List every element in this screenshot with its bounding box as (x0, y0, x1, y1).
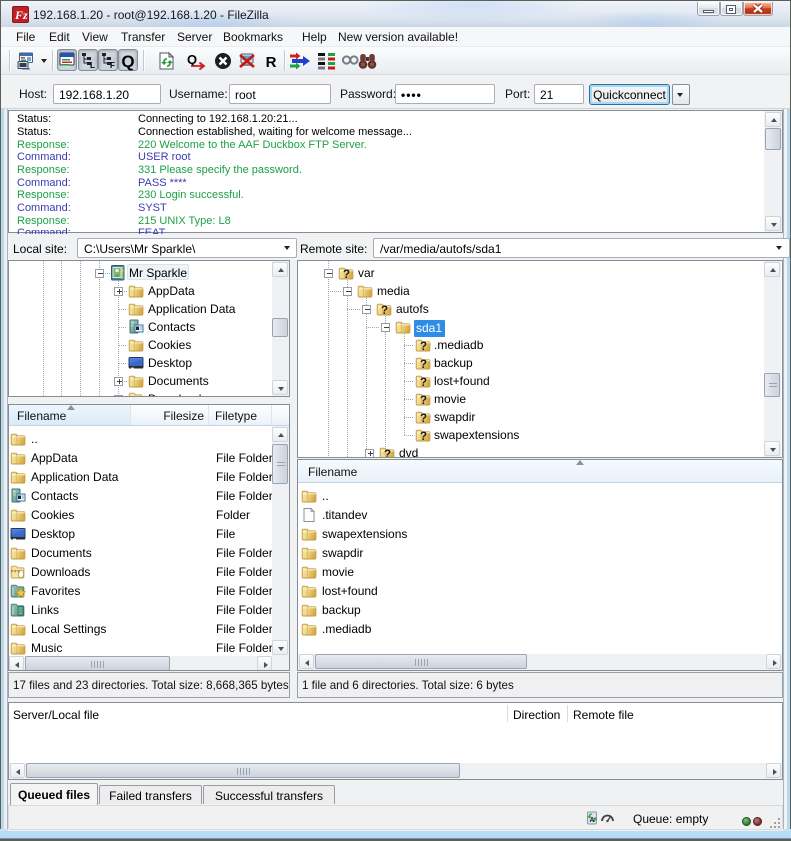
svg-text:R: R (266, 54, 277, 70)
svg-text:Q: Q (187, 52, 197, 67)
svg-text:L: L (90, 61, 95, 70)
svg-text:Q: Q (121, 52, 134, 71)
svg-text:Fz: Fz (14, 8, 28, 22)
svg-text:F: F (110, 61, 115, 70)
svg-text:A: A (589, 817, 594, 824)
